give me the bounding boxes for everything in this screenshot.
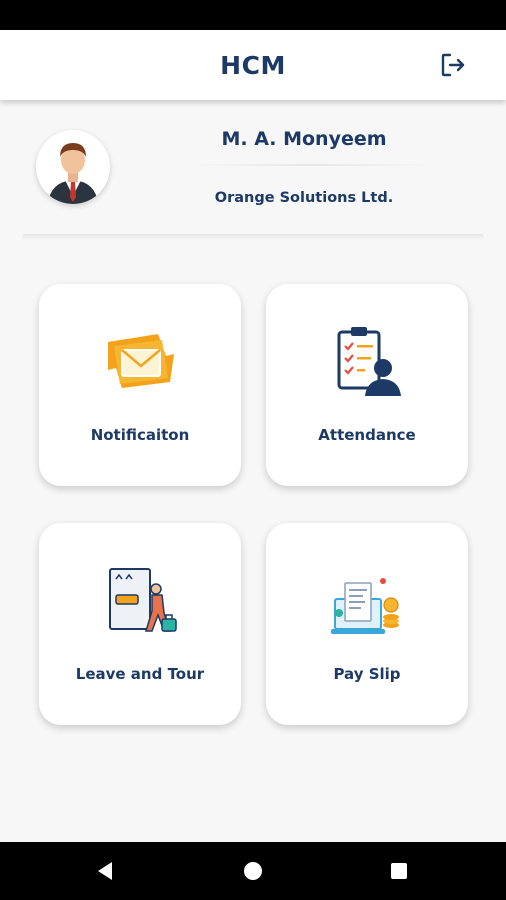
nav-home-button[interactable] <box>238 856 268 886</box>
profile-section: M. A. Monyeem Orange Solutions Ltd. <box>0 112 506 242</box>
system-navigation-bar <box>0 842 506 900</box>
profile-name: M. A. Monyeem <box>221 128 387 150</box>
businessman-avatar-icon <box>48 143 98 204</box>
profile-divider <box>22 234 484 240</box>
company-name: Orange Solutions Ltd. <box>214 190 394 206</box>
notification-card[interactable]: Notificaiton <box>39 284 241 486</box>
traveler-luggage-icon <box>109 568 177 632</box>
leave-and-tour-card[interactable]: Leave and Tour <box>39 523 241 725</box>
home-icon <box>244 862 262 880</box>
notification-label: Notificaiton <box>90 426 190 444</box>
nav-back-button[interactable] <box>90 856 120 886</box>
attendance-card[interactable]: Attendance <box>266 284 468 486</box>
payslip-laptop-icon <box>331 578 399 634</box>
leave-and-tour-label: Leave and Tour <box>75 665 205 683</box>
logout-button[interactable] <box>438 50 468 80</box>
app-bar: HCM <box>0 30 506 100</box>
logout-icon <box>441 53 465 77</box>
attendance-label: Attendance <box>318 426 416 444</box>
recents-icon <box>391 863 407 879</box>
app-title: HCM <box>220 50 286 80</box>
pay-slip-card[interactable]: Pay Slip <box>266 523 468 725</box>
back-icon <box>98 862 112 880</box>
status-bar <box>0 0 506 30</box>
pay-slip-label: Pay Slip <box>333 665 401 683</box>
nav-recents-button[interactable] <box>384 856 414 886</box>
envelope-icon <box>108 334 174 388</box>
avatar <box>36 130 110 204</box>
name-divider <box>190 164 435 166</box>
clipboard-person-icon <box>337 327 401 396</box>
